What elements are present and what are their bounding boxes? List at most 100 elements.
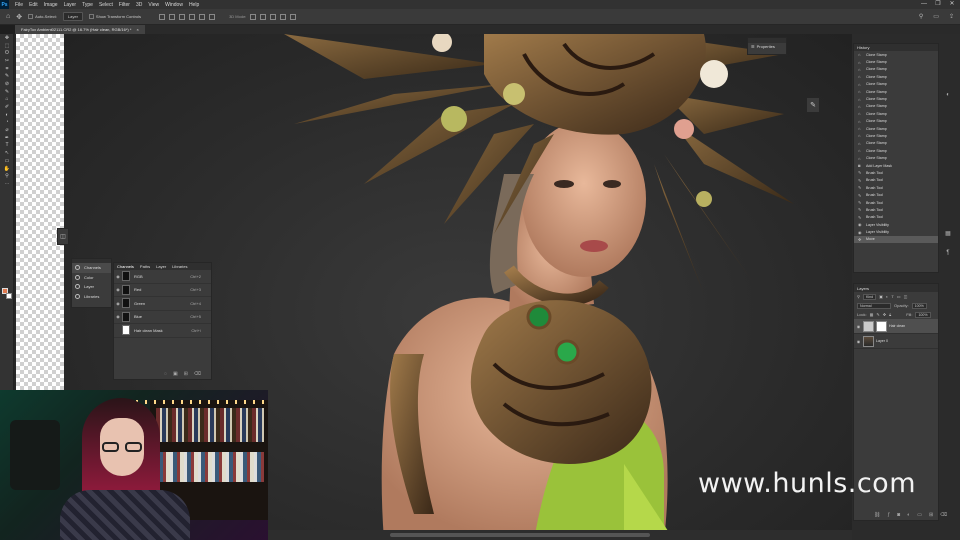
fx-icon[interactable]: ƒ xyxy=(887,512,890,518)
horizontal-scrollbar[interactable] xyxy=(390,533,650,537)
layers-title[interactable]: Layers xyxy=(857,286,869,291)
visibility-eye-icon[interactable]: ◉ xyxy=(114,301,122,306)
history-item[interactable]: ⌂ Clone Stamp xyxy=(854,95,938,102)
panel-item-libraries[interactable]: Libraries xyxy=(72,292,111,302)
adjustment-layer-icon[interactable]: ◐ xyxy=(907,512,910,518)
history-item[interactable]: ⌂ Clone Stamp xyxy=(854,132,938,139)
history-brush-tool-icon[interactable]: ✐ xyxy=(0,103,14,111)
history-item[interactable]: ✎ Brush Tool xyxy=(854,214,938,221)
photoshop-logo[interactable]: Ps xyxy=(0,0,9,9)
minimize-button[interactable]: — xyxy=(918,0,930,9)
channel-row-rgb[interactable]: ◉ RGB Ctrl+2 xyxy=(114,270,211,284)
add-mask-icon[interactable]: ◙ xyxy=(897,512,900,518)
crop-tool-icon[interactable]: ⌗ xyxy=(0,65,14,73)
path-select-tool-icon[interactable]: ↖ xyxy=(0,149,14,157)
history-item[interactable]: ⌂ Clone Stamp xyxy=(854,66,938,73)
new-group-icon[interactable]: ▭ xyxy=(917,512,922,518)
adjustments-icon[interactable]: ◐ xyxy=(943,92,953,102)
align-left-icon[interactable] xyxy=(159,13,166,20)
workspace-icon[interactable]: ▭ xyxy=(933,13,939,20)
history-item[interactable]: ⌂ Clone Stamp xyxy=(854,73,938,80)
menu-type[interactable]: Type xyxy=(82,2,93,8)
pixel-filter-icon[interactable]: ▣ xyxy=(879,294,883,299)
align-center-icon[interactable] xyxy=(169,13,176,20)
history-item[interactable]: ⌂ Clone Stamp xyxy=(854,147,938,154)
history-item[interactable]: ◉ Layer Visibility xyxy=(854,228,938,235)
auto-select-dropdown[interactable]: Layer xyxy=(62,12,83,21)
history-item[interactable]: ⌂ Clone Stamp xyxy=(854,140,938,147)
type-tool-icon[interactable]: T xyxy=(0,142,14,150)
menu-layer[interactable]: Layer xyxy=(64,2,77,8)
paragraph-icon[interactable]: ¶ xyxy=(943,250,953,260)
collapsed-panel-icon[interactable]: ◫ xyxy=(57,228,69,245)
panel-item-color[interactable]: Color xyxy=(72,273,111,283)
layer-row-layer-0[interactable]: ◉ Layer 0 xyxy=(854,334,938,349)
history-item[interactable]: ⌂ Clone Stamp xyxy=(854,110,938,117)
align-right-icon[interactable] xyxy=(179,13,186,20)
move-tool-icon[interactable]: ✥ xyxy=(16,13,22,21)
lasso-tool-icon[interactable]: ʘ xyxy=(0,49,14,57)
align-top-icon[interactable] xyxy=(189,13,196,20)
transform-controls-checkbox[interactable]: Show Transform Controls xyxy=(88,14,141,19)
brush-settings-icon[interactable]: ✎ xyxy=(806,97,820,113)
history-item[interactable]: ✎ Brush Tool xyxy=(854,191,938,198)
search-icon[interactable]: ⚲ xyxy=(919,13,923,20)
opacity-field[interactable]: 100% xyxy=(911,302,927,309)
home-icon[interactable]: ⌂ xyxy=(6,13,10,20)
menu-window[interactable]: Window xyxy=(165,2,183,8)
visibility-eye-icon[interactable]: ◉ xyxy=(114,287,122,292)
maximize-button[interactable]: ❐ xyxy=(932,0,944,9)
zoom-tool-icon[interactable]: ⚲ xyxy=(0,172,14,180)
history-item[interactable]: ⌂ Clone Stamp xyxy=(854,154,938,161)
3d-roll-icon[interactable] xyxy=(260,13,267,20)
adjustment-filter-icon[interactable]: ◐ xyxy=(886,294,888,299)
history-item[interactable]: ⌂ Clone Stamp xyxy=(854,58,938,65)
share-icon[interactable]: ⇪ xyxy=(949,13,954,20)
tab-layer[interactable]: Layer xyxy=(156,264,166,269)
properties-button[interactable]: ☰ Properties xyxy=(751,44,775,49)
properties-panel-head[interactable] xyxy=(748,38,786,43)
layer-row-hair-clean[interactable]: ◉ Hair clean xyxy=(854,319,938,334)
background-color-swatch[interactable] xyxy=(6,293,12,299)
menu-filter[interactable]: Filter xyxy=(119,2,130,8)
align-middle-icon[interactable] xyxy=(199,13,206,20)
shape-tool-icon[interactable]: ▭ xyxy=(0,157,14,165)
lock-position-icon[interactable]: ✥ xyxy=(883,312,886,317)
menu-image[interactable]: Image xyxy=(44,2,58,8)
visibility-eye-icon[interactable]: ◉ xyxy=(854,324,863,329)
new-layer-icon[interactable]: ⊞ xyxy=(929,512,933,518)
lock-image-icon[interactable]: ✎ xyxy=(876,312,879,317)
3d-rotate-icon[interactable] xyxy=(250,13,257,20)
visibility-eye-icon[interactable]: ◉ xyxy=(114,314,122,319)
healing-tool-icon[interactable]: ⊘ xyxy=(0,80,14,88)
channel-row-mask[interactable]: Hair clean Mask Ctrl+\ xyxy=(114,324,211,338)
fill-field[interactable]: 100% xyxy=(915,311,931,318)
save-selection-icon[interactable]: ▣ xyxy=(173,371,178,377)
3d-scale-icon[interactable] xyxy=(290,13,297,20)
close-window-button[interactable]: ✕ xyxy=(946,0,958,9)
delete-channel-icon[interactable]: ⌫ xyxy=(194,371,201,377)
blend-mode-dropdown[interactable]: Normal xyxy=(857,302,891,309)
history-item[interactable]: ✎ Brush Tool xyxy=(854,177,938,184)
history-item[interactable]: ⌂ Clone Stamp xyxy=(854,81,938,88)
history-item[interactable]: ✎ Brush Tool xyxy=(854,206,938,213)
lock-pixels-icon[interactable]: ▦ xyxy=(870,312,874,317)
layer-mask-thumbnail[interactable] xyxy=(876,320,887,332)
visibility-eye-icon[interactable]: ◉ xyxy=(854,339,863,344)
menu-file[interactable]: File xyxy=(15,2,23,8)
align-bottom-icon[interactable] xyxy=(209,13,216,20)
load-selection-icon[interactable]: ◌ xyxy=(164,371,167,377)
3d-slide-icon[interactable] xyxy=(280,13,287,20)
eyedropper-tool-icon[interactable]: ✎ xyxy=(0,72,14,80)
quick-select-tool-icon[interactable]: ✂ xyxy=(0,57,14,65)
history-title[interactable]: History xyxy=(857,45,869,50)
type-filter-icon[interactable]: T xyxy=(891,294,893,299)
brush-tool-icon[interactable]: ✎ xyxy=(0,88,14,96)
history-item[interactable]: ◉ Layer Visibility xyxy=(854,221,938,228)
3d-drag-icon[interactable] xyxy=(270,13,277,20)
tab-libraries[interactable]: Libraries xyxy=(172,264,187,269)
shape-filter-icon[interactable]: ▭ xyxy=(897,294,901,299)
channel-row-green[interactable]: ◉ Green Ctrl+4 xyxy=(114,297,211,311)
dodge-tool-icon[interactable]: ⌀ xyxy=(0,126,14,134)
document-tab[interactable]: FairyTox Ambient02111.CR2 @ 16.7% (Hair … xyxy=(15,25,145,34)
